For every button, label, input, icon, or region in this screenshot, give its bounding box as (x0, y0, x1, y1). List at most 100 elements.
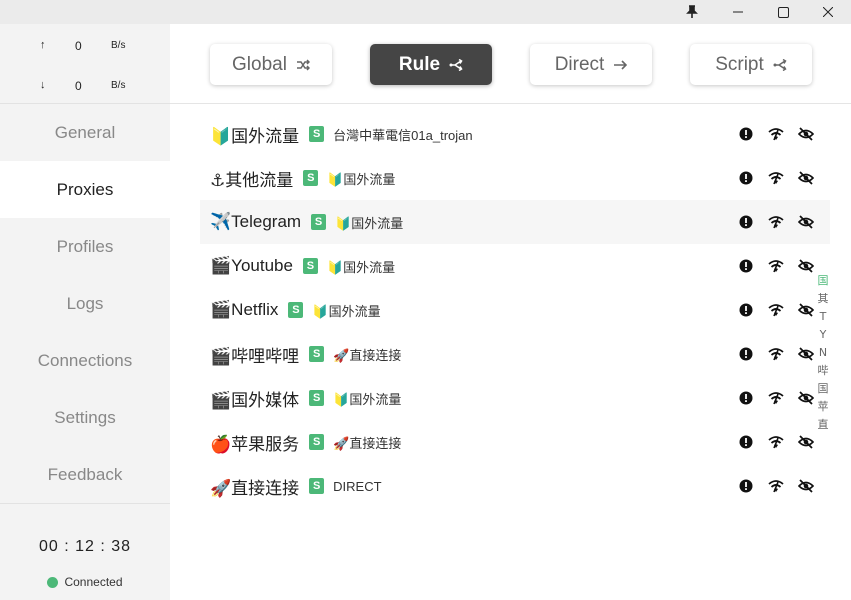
jump-index-item[interactable]: T (820, 308, 827, 326)
status-dot-icon (47, 576, 59, 588)
proxy-type-badge: S (309, 126, 325, 142)
upload-speed: ↑ 0 B/s (0, 36, 170, 56)
proxy-group-row[interactable]: 🎬国外媒体 S 🔰国外流量 (200, 376, 830, 420)
alert-circle-icon[interactable] (738, 125, 754, 143)
latency-wifi-icon[interactable] (768, 301, 784, 319)
jump-index-item[interactable]: Y (820, 326, 827, 344)
latency-wifi-icon[interactable] (768, 213, 784, 231)
latency-wifi-icon[interactable] (768, 257, 784, 275)
proxy-type-badge: S (309, 434, 325, 450)
selected-proxy: 🔰国外流量 (333, 391, 402, 407)
eye-off-icon[interactable] (798, 389, 814, 407)
uptime-clock: 00 : 12 : 38 (38, 538, 132, 555)
maximize-icon[interactable] (760, 0, 806, 24)
row-actions (738, 345, 814, 363)
alert-circle-icon[interactable] (738, 257, 754, 275)
eye-off-icon[interactable] (798, 213, 814, 231)
selected-proxy: 🔰国外流量 (327, 171, 396, 187)
alert-circle-icon[interactable] (738, 213, 754, 231)
eye-off-icon[interactable] (798, 169, 814, 187)
alert-circle-icon[interactable] (738, 301, 754, 319)
nav-logs[interactable]: Logs (0, 275, 170, 332)
nav-profiles[interactable]: Profiles (0, 218, 170, 275)
alert-circle-icon[interactable] (738, 433, 754, 451)
proxy-group-name: 🍎苹果服务 (210, 434, 300, 454)
row-actions (738, 477, 814, 495)
latency-wifi-icon[interactable] (768, 125, 784, 143)
eye-off-icon[interactable] (798, 301, 814, 319)
eye-off-icon[interactable] (798, 257, 814, 275)
mode-bar: Global Rule Direct Script (170, 24, 851, 104)
nav-settings[interactable]: Settings (0, 389, 170, 446)
row-actions (738, 125, 814, 143)
latency-wifi-icon[interactable] (768, 169, 784, 187)
jump-index-item[interactable]: 哔 (818, 362, 829, 380)
row-actions (738, 169, 814, 187)
selected-proxy: 台灣中華電信01a_trojan (333, 127, 473, 143)
proxy-group-row[interactable]: 🍎苹果服务 S 🚀直接连接 (200, 420, 830, 464)
upload-arrow-icon: ↑ (40, 39, 46, 51)
proxy-type-badge: S (288, 302, 304, 318)
shuffle-icon (296, 58, 310, 71)
mode-direct-button[interactable]: Direct (530, 44, 652, 85)
close-icon[interactable] (805, 0, 851, 24)
proxy-type-badge: S (309, 478, 325, 494)
nav-general[interactable]: General (0, 104, 170, 161)
proxy-group-name: 🔰国外流量 (210, 126, 300, 146)
alert-circle-icon[interactable] (738, 477, 754, 495)
upload-unit: B/s (111, 40, 126, 51)
alert-circle-icon[interactable] (738, 389, 754, 407)
row-actions (738, 257, 814, 275)
jump-index-item[interactable]: 直 (818, 416, 829, 434)
row-actions (738, 389, 814, 407)
selected-proxy: 🚀直接连接 (333, 347, 402, 363)
latency-wifi-icon[interactable] (768, 345, 784, 363)
proxy-group-row[interactable]: 🎬Netflix S 🔰国外流量 (200, 288, 830, 332)
proxy-group-name: ✈️Telegram (210, 212, 302, 231)
proxy-group-row[interactable]: 🎬哔哩哔哩 S 🚀直接连接 (200, 332, 830, 376)
mode-label: Script (715, 53, 764, 75)
traffic-panel: ↑ 0 B/s ↓ 0 B/s (0, 24, 170, 104)
mode-global-button[interactable]: Global (210, 44, 332, 85)
pin-icon[interactable] (669, 0, 715, 24)
minimize-icon[interactable] (715, 0, 761, 24)
proxy-type-badge: S (303, 170, 319, 186)
jump-index-item[interactable]: 国 (818, 380, 829, 398)
alert-circle-icon[interactable] (738, 345, 754, 363)
eye-off-icon[interactable] (798, 125, 814, 143)
proxy-group-row[interactable]: ⚓其他流量 S 🔰国外流量 (200, 156, 830, 200)
proxy-type-badge: S (309, 346, 325, 362)
nav-connections[interactable]: Connections (0, 332, 170, 389)
selected-proxy: DIRECT (333, 478, 382, 494)
upload-value: 0 (75, 39, 82, 53)
eye-off-icon[interactable] (798, 433, 814, 451)
proxy-group-row[interactable]: 🎬Youtube S 🔰国外流量 (200, 244, 830, 288)
mode-script-button[interactable]: Script (690, 44, 812, 85)
eye-off-icon[interactable] (798, 345, 814, 363)
mode-label: Rule (398, 53, 441, 75)
proxy-type-badge: S (302, 258, 318, 274)
latency-wifi-icon[interactable] (768, 433, 784, 451)
alert-circle-icon[interactable] (738, 169, 754, 187)
jump-index-item[interactable]: 苹 (818, 398, 829, 416)
latency-wifi-icon[interactable] (768, 389, 784, 407)
jump-index-item[interactable]: N (819, 344, 827, 362)
nav-proxies[interactable]: Proxies (0, 161, 170, 218)
connection-status: Connected (0, 574, 170, 590)
download-value: 0 (75, 79, 82, 93)
proxy-group-row[interactable]: ✈️Telegram S 🔰国外流量 (200, 200, 830, 244)
nav-feedback[interactable]: Feedback (0, 446, 170, 503)
title-bar (0, 0, 851, 24)
mode-rule-button[interactable]: Rule (370, 44, 492, 85)
proxy-group-row[interactable]: 🚀直接连接 S DIRECT (200, 464, 830, 508)
download-speed: ↓ 0 B/s (0, 76, 170, 96)
download-arrow-icon: ↓ (40, 79, 46, 91)
divider (0, 503, 170, 504)
jump-index-item[interactable]: 国 (818, 272, 829, 290)
row-actions (738, 213, 814, 231)
proxy-group-name: 🎬Netflix (210, 300, 279, 319)
jump-index-item[interactable]: 其 (818, 290, 829, 308)
proxy-group-row[interactable]: 🔰国外流量 S 台灣中華電信01a_trojan (200, 112, 830, 156)
eye-off-icon[interactable] (798, 477, 814, 495)
latency-wifi-icon[interactable] (768, 477, 784, 495)
